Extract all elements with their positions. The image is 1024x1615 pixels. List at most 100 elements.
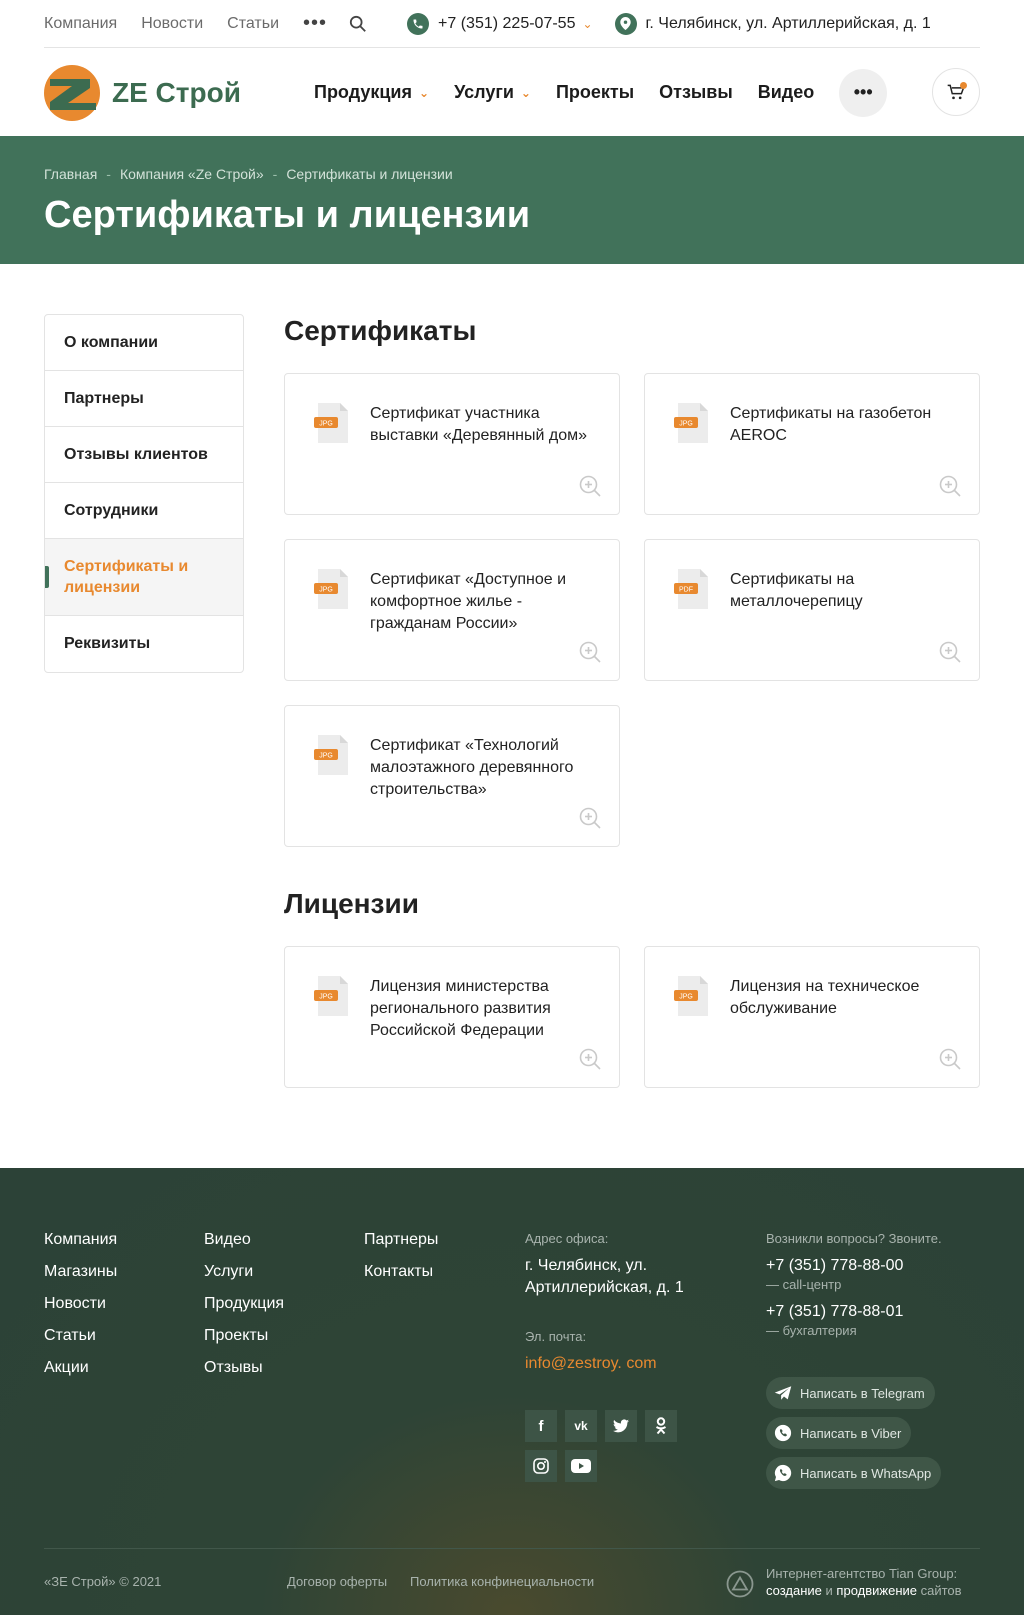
zoom-in-icon[interactable] xyxy=(578,474,602,498)
top-link-articles[interactable]: Статьи xyxy=(227,15,279,33)
whatsapp-button[interactable]: Написать в WhatsApp xyxy=(766,1457,942,1489)
viber-button[interactable]: Написать в Viber xyxy=(766,1417,912,1449)
agency-line-2: создание и продвижение сайтов xyxy=(766,1582,962,1599)
footer-link[interactable]: Компания xyxy=(44,1231,117,1249)
document-card[interactable]: JPG Сертификаты на газобетон AEROC xyxy=(644,373,980,515)
section-title-licenses: Лицензии xyxy=(284,888,419,919)
document-card[interactable]: JPG Лицензия министерства регионального … xyxy=(284,946,620,1088)
file-jpg-icon: JPG xyxy=(314,403,348,443)
social-row-1: f vk xyxy=(525,1410,677,1442)
sidebar-item-certificates[interactable]: Сертификаты и лицензии xyxy=(45,539,243,616)
nav-item-products[interactable]: Продукция ⌄ xyxy=(314,82,429,103)
facebook-icon[interactable]: f xyxy=(525,1410,557,1442)
nav-label: Отзывы xyxy=(659,82,733,102)
footer-bottom-divider xyxy=(44,1548,980,1549)
offer-link[interactable]: Договор оферты xyxy=(287,1574,387,1589)
vk-icon[interactable]: vk xyxy=(565,1410,597,1442)
file-jpg-icon: JPG xyxy=(674,976,708,1016)
odnoklassniki-icon[interactable] xyxy=(645,1410,677,1442)
phone-accounting[interactable]: +7 (351) 778-88-01 xyxy=(766,1301,986,1323)
sidebar-item-reviews[interactable]: Отзывы клиентов xyxy=(45,427,243,483)
footer-link[interactable]: Партнеры xyxy=(364,1231,438,1249)
telegram-button[interactable]: Написать в Telegram xyxy=(766,1377,935,1409)
logo-mark-icon xyxy=(44,64,100,121)
agency-logo-icon[interactable] xyxy=(726,1570,754,1598)
phone-call-center[interactable]: +7 (351) 778-88-00 xyxy=(766,1255,986,1277)
cart-button[interactable] xyxy=(932,68,980,116)
sidebar-item-about[interactable]: О компании xyxy=(45,315,243,371)
zoom-in-icon[interactable] xyxy=(578,640,602,664)
top-link-news[interactable]: Новости xyxy=(141,15,203,33)
twitter-icon[interactable] xyxy=(605,1410,637,1442)
footer-link[interactable]: Услуги xyxy=(204,1263,284,1281)
sidebar-item-requisites[interactable]: Реквизиты xyxy=(45,616,243,672)
cart-badge xyxy=(960,82,967,89)
svg-text:JPG: JPG xyxy=(679,421,693,428)
nav-item-projects[interactable]: Проекты xyxy=(556,82,634,103)
breadcrumb: Главная - Компания «Ze Строй» - Сертифик… xyxy=(44,166,453,182)
logo[interactable]: ZE Строй xyxy=(44,64,314,121)
document-card[interactable]: JPG Сертификат «Технологий малоэтажного … xyxy=(284,705,620,847)
address-label: Адрес офиса: xyxy=(525,1231,609,1246)
zoom-in-icon[interactable] xyxy=(938,640,962,664)
footer-link[interactable]: Статьи xyxy=(44,1327,117,1345)
footer-link[interactable]: Отзывы xyxy=(204,1359,284,1377)
document-card[interactable]: JPG Сертификат участника выставки «Дерев… xyxy=(284,373,620,515)
top-phone[interactable]: +7 (351) 225-07-55 ⌄ xyxy=(407,12,593,35)
breadcrumb-item-home[interactable]: Главная xyxy=(44,166,97,182)
document-title: Сертификаты на газобетон AEROC xyxy=(730,405,932,444)
footer-link[interactable]: Новости xyxy=(44,1295,117,1313)
breadcrumb-item-company[interactable]: Компания «Ze Строй» xyxy=(120,166,264,182)
breadcrumb-separator: - xyxy=(272,166,278,182)
youtube-icon[interactable] xyxy=(565,1450,597,1482)
zoom-in-icon[interactable] xyxy=(938,474,962,498)
footer-links-col2: Видео Услуги Продукция Проекты Отзывы xyxy=(204,1231,284,1391)
search-icon[interactable] xyxy=(349,15,367,33)
top-link-company[interactable]: Компания xyxy=(44,15,117,33)
agency-create[interactable]: создание xyxy=(766,1583,822,1598)
footer-link[interactable]: Акции xyxy=(44,1359,117,1377)
section-title-certificates: Сертификаты xyxy=(284,315,477,346)
document-card[interactable]: JPG Сертификат «Доступное и комфортное ж… xyxy=(284,539,620,681)
footer-link[interactable]: Магазины xyxy=(44,1263,117,1281)
document-title: Сертификат участника выставки «Деревянны… xyxy=(370,405,588,444)
phone-icon xyxy=(407,12,430,35)
instagram-icon[interactable] xyxy=(525,1450,557,1482)
zoom-in-icon[interactable] xyxy=(578,806,602,830)
svg-text:JPG: JPG xyxy=(319,753,333,760)
agency-promote[interactable]: продвижение xyxy=(836,1583,917,1598)
footer-link[interactable]: Проекты xyxy=(204,1327,284,1345)
document-title: Сертификаты на металлочерепицу xyxy=(730,571,863,610)
document-card[interactable]: PDF Сертификаты на металлочерепицу xyxy=(644,539,980,681)
sidebar-item-staff[interactable]: Сотрудники xyxy=(45,483,243,539)
chevron-down-icon: ⌄ xyxy=(419,85,430,100)
footer-link[interactable]: Видео xyxy=(204,1231,284,1249)
viber-label: Написать в Viber xyxy=(800,1425,902,1441)
nav-more-button[interactable]: ••• xyxy=(839,68,888,117)
chevron-down-icon: ⌄ xyxy=(520,85,531,100)
document-card[interactable]: JPG Лицензия на техническое обслуживание xyxy=(644,946,980,1088)
social-row-2 xyxy=(525,1450,597,1482)
phone-call-center-note: — call-центр xyxy=(766,1277,842,1292)
nav-item-services[interactable]: Услуги ⌄ xyxy=(454,82,531,103)
privacy-link[interactable]: Политика конфинециальности xyxy=(410,1574,594,1589)
phone-accounting-note: — бухгалтерия xyxy=(766,1323,857,1338)
document-title: Сертификат «Технологий малоэтажного дере… xyxy=(370,737,574,798)
nav-item-video[interactable]: Видео xyxy=(758,82,815,103)
zoom-in-icon[interactable] xyxy=(578,1047,602,1071)
breadcrumb-separator: - xyxy=(106,166,111,182)
document-title: Сертификат «Доступное и комфортное жилье… xyxy=(370,571,567,632)
svg-text:PDF: PDF xyxy=(679,587,693,594)
copyright: «ЗЕ Строй» © 2021 xyxy=(44,1574,162,1589)
top-address: г. Челябинск, ул. Артиллерийская, д. 1 xyxy=(614,12,931,35)
footer-link[interactable]: Продукция xyxy=(204,1295,284,1313)
whatsapp-icon xyxy=(774,1464,792,1482)
file-jpg-icon: JPG xyxy=(314,976,348,1016)
zoom-in-icon[interactable] xyxy=(938,1047,962,1071)
top-more-button[interactable]: ••• xyxy=(303,12,327,35)
email-link[interactable]: info@zestroy. com xyxy=(525,1353,725,1375)
footer-link[interactable]: Контакты xyxy=(364,1263,438,1281)
file-jpg-icon: JPG xyxy=(314,735,348,775)
sidebar-item-partners[interactable]: Партнеры xyxy=(45,371,243,427)
nav-item-reviews[interactable]: Отзывы xyxy=(659,82,733,103)
